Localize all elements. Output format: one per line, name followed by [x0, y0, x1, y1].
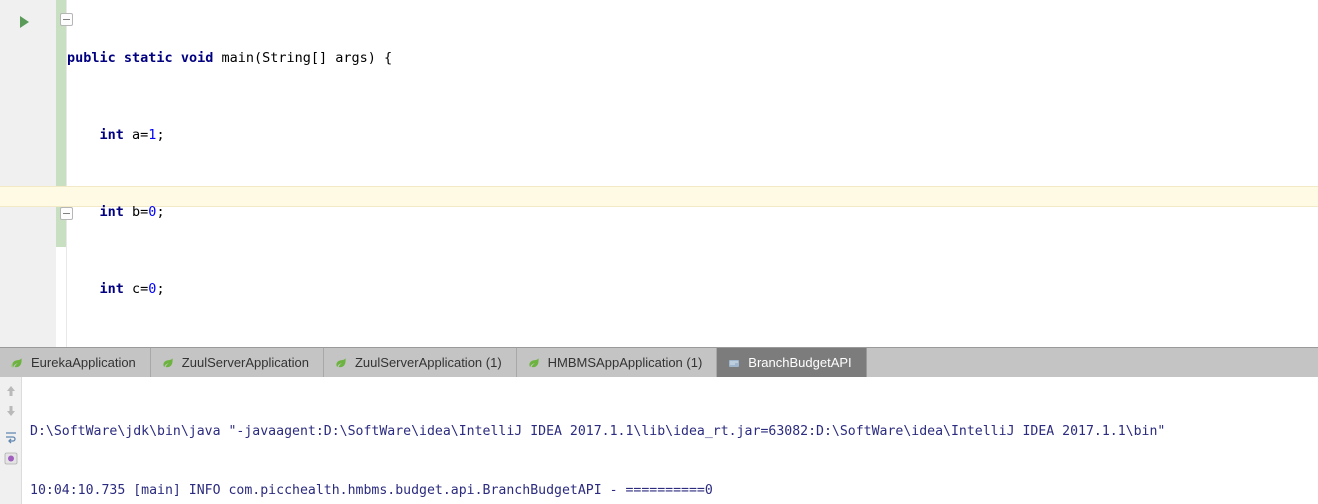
keyword-int: int	[99, 203, 124, 220]
spring-leaf-icon	[334, 356, 348, 370]
intellij-idea-window: public static void main(String[] args) {…	[0, 0, 1318, 504]
spring-leaf-icon	[10, 356, 24, 370]
code-line: int c=0;	[99, 281, 165, 298]
keyword-public: public	[67, 49, 116, 66]
run-tab-label: HMBMSAppApplication (1)	[547, 355, 703, 370]
console-line-log: 10:04:10.735 [main] INFO com.picchealth.…	[30, 482, 713, 498]
code-line: int a=1;	[99, 126, 165, 143]
editor-gutter[interactable]	[0, 0, 56, 347]
var-c: c=	[123, 281, 149, 298]
keyword-void: void	[180, 49, 214, 66]
run-tab-label: ZuulServerApplication (1)	[354, 355, 502, 370]
code-line: int b=0;	[99, 203, 165, 220]
scroll-down-icon[interactable]	[3, 403, 19, 419]
console-output-area[interactable]: D:\SoftWare\jdk\bin\java "-javaagent:D:\…	[0, 377, 1318, 504]
run-tab-label: BranchBudgetAPI	[748, 355, 852, 370]
run-tab-label: ZuulServerApplication	[181, 355, 309, 370]
var-a: a=	[123, 126, 149, 143]
run-arrow-icon[interactable]	[20, 16, 29, 28]
run-tab-label: EurekaApplication	[31, 355, 136, 370]
console-line-command: D:\SoftWare\jdk\bin\java "-javaagent:D:\…	[30, 424, 1166, 439]
run-console-panel: EurekaApplication ZuulServerApplication …	[0, 347, 1318, 504]
spring-leaf-icon	[161, 356, 175, 370]
keyword-int: int	[99, 126, 124, 143]
spring-leaf-icon	[527, 356, 541, 370]
keyword-static: static	[123, 49, 173, 66]
method-signature: main(String[] args) {	[213, 49, 393, 66]
tabbar-empty-space	[866, 348, 1318, 377]
scroll-up-icon[interactable]	[3, 383, 19, 399]
code-line: public static void main(String[] args) {	[67, 49, 1318, 68]
run-tab-eurekaapplication[interactable]: EurekaApplication	[0, 348, 151, 377]
java-class-icon	[727, 356, 741, 370]
keyword-int: int	[99, 281, 124, 298]
soft-wrap-icon[interactable]	[3, 429, 19, 445]
run-configuration-tabs[interactable]: EurekaApplication ZuulServerApplication …	[0, 347, 1318, 377]
run-tab-zuulserverapplication-1[interactable]: ZuulServerApplication (1)	[323, 348, 517, 377]
console-toolbar-gutter[interactable]	[0, 377, 22, 504]
print-icon[interactable]	[3, 450, 19, 466]
var-b: b=	[123, 203, 149, 220]
code-editor[interactable]: public static void main(String[] args) {…	[0, 0, 1318, 452]
run-tab-branchbudgetapi[interactable]: BranchBudgetAPI	[717, 348, 867, 377]
run-tab-hmbmsappapplication-1[interactable]: HMBMSAppApplication (1)	[516, 348, 718, 377]
run-tab-zuulserverapplication[interactable]: ZuulServerApplication	[150, 348, 324, 377]
console-output-text[interactable]: D:\SoftWare\jdk\bin\java "-javaagent:D:\…	[30, 383, 1318, 504]
